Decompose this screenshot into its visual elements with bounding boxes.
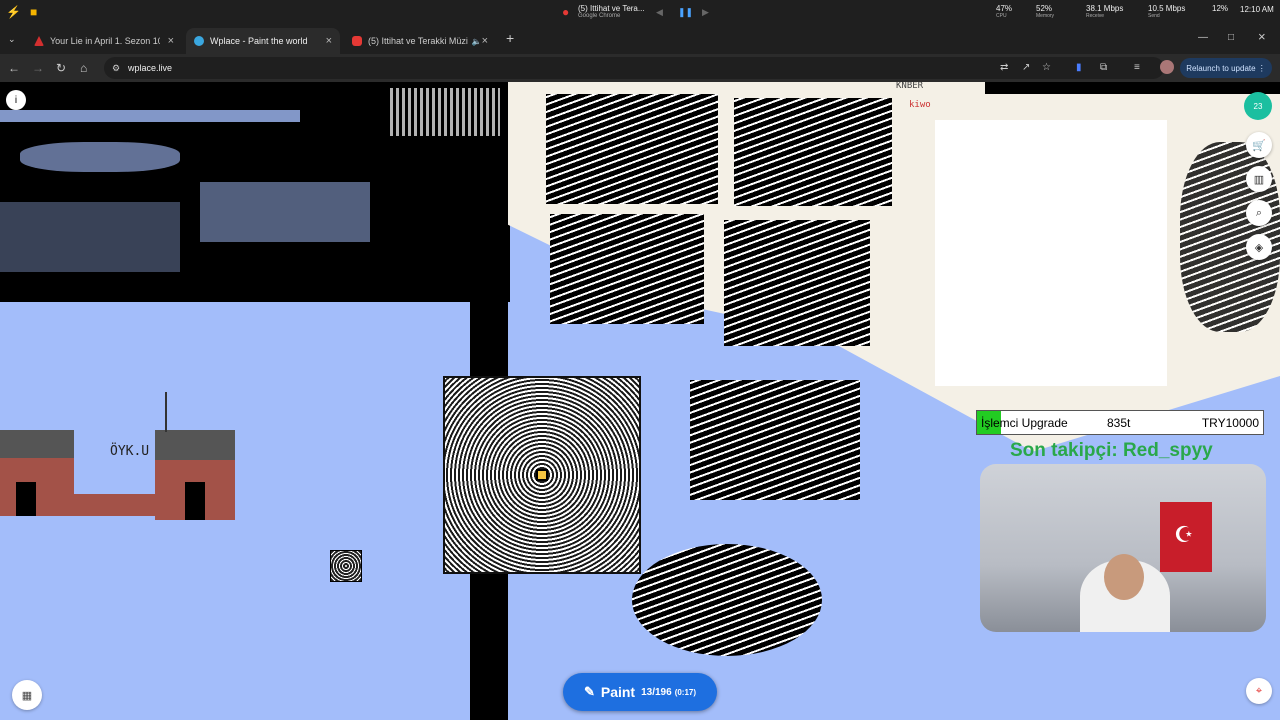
address-bar: ← → ↻ ⌂ ⚙ wplace.live ⇄ ↗ ☆ ▮ ⧉ ≡ Relaun… (0, 54, 1280, 82)
bookmark-star-icon[interactable]: ☆ (1042, 62, 1051, 74)
new-tab-icon[interactable]: + (506, 31, 514, 45)
translate-icon[interactable]: ⇄ (1000, 62, 1008, 74)
lightning-icon[interactable]: ⚡ (6, 6, 21, 18)
scribble-block (546, 94, 718, 204)
upgrade-progress-text: 835t (1107, 415, 1131, 430)
search-button[interactable]: ⌕ (1246, 200, 1272, 226)
tab-wplace[interactable]: Wplace - Paint the world × (186, 28, 340, 54)
grid-icon: ▦ (21, 689, 33, 702)
canvas-drawing (0, 202, 180, 272)
canvas-text: KNBER (896, 82, 924, 91)
chart-icon: ▥ (1253, 173, 1265, 186)
layers-button[interactable]: ◈ (1246, 234, 1272, 260)
locate-button[interactable]: ⌖ (1246, 678, 1272, 704)
canvas-text: kiwo (909, 100, 931, 110)
previous-track-icon[interactable]: ◀ (656, 6, 663, 18)
castle-tower (155, 430, 235, 520)
leaderboard-button[interactable]: ▥ (1246, 166, 1272, 192)
site-info-icon[interactable]: ⚙ (112, 62, 120, 74)
scribble-block (724, 220, 870, 346)
face-image (1104, 554, 1144, 600)
center-pixel (536, 469, 548, 481)
tab-your-lie-in-april[interactable]: Your Lie in April 1. Sezon 10. Bö × (26, 28, 182, 54)
close-icon[interactable]: × (482, 35, 488, 47)
canvas-drawing (20, 142, 180, 172)
crescent-star-icon: ☪ (1174, 522, 1194, 547)
close-window-icon[interactable]: × (1258, 30, 1266, 43)
pencil-icon: ✎ (583, 684, 595, 699)
scribble-block (734, 98, 892, 206)
media-source: Google Chrome (578, 13, 621, 19)
concentric-square-art (443, 376, 641, 574)
info-icon: i (14, 94, 18, 106)
webcam-feed: ☪ (980, 464, 1266, 632)
crosshair-icon: ⌖ (1255, 684, 1263, 697)
close-icon[interactable]: × (326, 35, 332, 47)
upgrade-name: İşlemci Upgrade (981, 415, 1068, 430)
media-title: (5) Ittihat ve Tera... (578, 4, 645, 13)
memory-stat: 52% Memory (1036, 4, 1055, 19)
palette-button[interactable]: ▦ (12, 680, 42, 710)
scribble-block (550, 214, 704, 324)
flag-image: ☪ (1160, 502, 1212, 572)
store-button[interactable]: 🛒 (1246, 132, 1272, 158)
shield-icon[interactable]: ▮ (1076, 62, 1082, 74)
cpu-stat: 47% CPU (996, 4, 1013, 19)
extensions-icon[interactable]: ⧉ (1100, 62, 1107, 74)
tab-ittihat-ve-terakki[interactable]: (5) Ittihat ve Terakki Müzikl 🔈 × (344, 28, 496, 54)
folder-icon[interactable]: ■ (30, 6, 37, 18)
youtube-icon (352, 36, 362, 46)
system-taskbar: ⚡ ■ ● (5) Ittihat ve Tera... Google Chro… (0, 0, 1280, 24)
scribble-block (632, 544, 822, 656)
small-spiral-art (330, 550, 362, 582)
maximize-icon[interactable]: □ (1228, 32, 1234, 44)
castle-label: ÖYK.U (110, 444, 150, 459)
white-block (935, 120, 1167, 386)
url-field[interactable]: ⚙ wplace.live ⇄ ↗ ☆ ▮ ⧉ ≡ (104, 57, 1164, 79)
media-info[interactable]: (5) Ittihat ve Tera... Google Chrome (578, 4, 645, 19)
receive-stat: 38.1 Mbps Receive (1086, 4, 1124, 19)
minimize-icon[interactable]: — (1198, 32, 1208, 44)
relaunch-button[interactable]: Relaunch to update ⋮ (1180, 58, 1272, 78)
info-button[interactable]: i (6, 90, 26, 110)
canvas-drawing (0, 110, 300, 122)
canvas-drawing (200, 182, 370, 242)
tab-bar: ⌄ Your Lie in April 1. Sezon 10. Bö × Wp… (0, 24, 1280, 54)
home-icon[interactable]: ⌂ (80, 62, 87, 74)
canvas-drawing (390, 88, 500, 136)
forward-icon[interactable]: → (32, 62, 44, 74)
badge-count: 23 (1253, 101, 1263, 111)
reload-icon[interactable]: ↻ (56, 62, 66, 74)
scribble-block (690, 380, 860, 500)
share-icon[interactable]: ↗ (1022, 62, 1030, 74)
tab-favicon-icon (34, 36, 44, 46)
chrome-icon: ● (562, 5, 570, 19)
paint-charges: 13/196 (641, 686, 672, 698)
cart-icon: 🛒 (1252, 139, 1266, 152)
upgrade-goal-bar: İşlemci Upgrade 835t TRY10000 (976, 410, 1264, 435)
canvas-black-strip (985, 82, 1280, 94)
next-track-icon[interactable]: ▶ (702, 6, 709, 18)
audio-icon[interactable]: 🔈 (472, 37, 482, 46)
paint-timer: (0:17) (674, 687, 697, 697)
gpu-stat: 12% (1212, 4, 1229, 13)
back-icon[interactable]: ← (8, 62, 20, 74)
user-badge-button[interactable]: 23 (1244, 92, 1272, 120)
close-icon[interactable]: × (168, 35, 174, 47)
paint-button[interactable]: ✎ Paint 13/196 (0:17) (563, 673, 717, 711)
avatar[interactable] (1160, 60, 1174, 74)
send-stat: 10.5 Mbps Send (1148, 4, 1186, 19)
pause-icon[interactable]: ❚❚ (678, 6, 693, 18)
last-follower-label: Son takipçi: Red_spyy (1010, 440, 1213, 461)
url-text: wplace.live (128, 63, 173, 73)
tab-favicon-icon (194, 36, 204, 46)
tab-list-icon[interactable]: ⌄ (8, 33, 16, 45)
castle-wall (55, 494, 165, 516)
search-icon: ⌕ (1255, 206, 1263, 219)
layers-icon: ◈ (1254, 241, 1264, 254)
clock: 12:10 AM (1240, 5, 1274, 14)
media-control-icon[interactable]: ≡ (1134, 62, 1140, 74)
upgrade-goal-text: TRY10000 (1201, 415, 1259, 430)
castle-flagpole (165, 392, 167, 432)
